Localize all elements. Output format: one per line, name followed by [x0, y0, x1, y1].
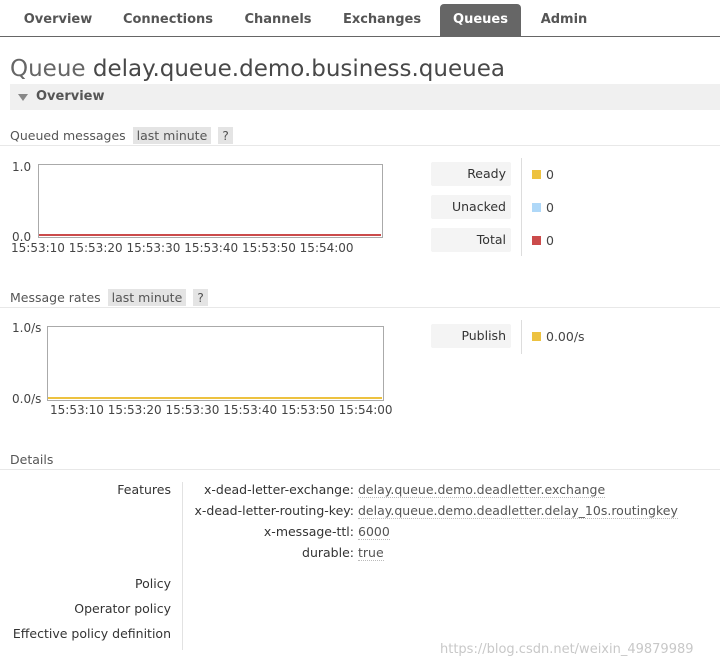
message-rates-help-button[interactable]: ?: [193, 289, 208, 306]
legend-publish-label: Publish: [431, 324, 511, 348]
operator-policy-label: Operator policy: [74, 601, 171, 616]
message-rates-plot: [48, 397, 382, 399]
message-rates-heading: Message rates last minute ?: [10, 289, 208, 306]
x-tick-label: 15:53:20: [68, 241, 123, 255]
legend-unacked-value: 0: [546, 200, 554, 215]
y-tick-label-top: 1.0: [12, 160, 32, 174]
queued-messages-help-button[interactable]: ?: [218, 127, 233, 144]
tab-exchanges[interactable]: Exchanges: [336, 4, 428, 36]
divider: [0, 145, 720, 146]
legend-publish-value: 0.00/s: [546, 329, 585, 344]
feature-key: durable:: [302, 545, 354, 560]
legend-ready-label: Ready: [431, 162, 511, 186]
policy-label: Policy: [135, 576, 171, 591]
watermark-text: https://blog.csdn.net/weixin_49879989: [440, 642, 694, 657]
divider: [0, 469, 720, 470]
x-tick-label: 15:53:20: [107, 403, 162, 417]
tab-queues[interactable]: Queues: [440, 4, 521, 36]
tab-admin[interactable]: Admin: [533, 4, 595, 36]
unacked-swatch-icon: [532, 203, 541, 212]
effective-policy-label: Effective policy definition: [12, 626, 171, 641]
message-rates-title: Message rates: [10, 290, 101, 305]
queued-messages-heading: Queued messages last minute ?: [10, 127, 233, 144]
feature-key: x-dead-letter-routing-key:: [194, 503, 354, 518]
legend-ready-value: 0: [546, 167, 554, 182]
x-tick-label: 15:53:10: [11, 241, 65, 255]
message-rates-range-selector[interactable]: last minute: [107, 289, 187, 306]
tab-connections[interactable]: Connections: [118, 4, 218, 36]
y-tick-label-bottom: 0.0/s: [12, 392, 42, 406]
details-divider: [182, 482, 183, 650]
x-tick-label: 15:53:40: [184, 241, 239, 255]
page-title-prefix: Queue: [10, 56, 86, 82]
queue-name: delay.queue.demo.business.queuea: [92, 56, 505, 82]
overview-section-toggle[interactable]: Overview: [10, 84, 720, 110]
x-tick-label: 15:53:50: [280, 403, 335, 417]
queued-messages-chart: [38, 164, 383, 238]
total-swatch-icon: [532, 236, 541, 245]
legend-divider: [521, 158, 522, 256]
page-title: Queue delay.queue.demo.business.queuea: [10, 56, 505, 82]
message-rates-chart: [47, 326, 384, 401]
legend-total-label: Total: [431, 228, 511, 252]
feature-value: delay.queue.demo.deadletter.delay_10s.ro…: [358, 503, 678, 519]
tab-channels[interactable]: Channels: [236, 4, 320, 36]
x-tick-label: 15:54:00: [299, 241, 354, 255]
feature-key: x-dead-letter-exchange:: [203, 482, 354, 497]
feature-value: 6000: [358, 524, 390, 540]
x-tick-label: 15:54:00: [338, 403, 393, 417]
x-tick-label: 15:53:40: [223, 403, 278, 417]
y-tick-label-top: 1.0/s: [12, 321, 42, 335]
queued-messages-plot: [39, 234, 381, 236]
feature-value: true: [358, 545, 384, 561]
collapse-triangle-icon: [18, 94, 28, 101]
ready-swatch-icon: [532, 170, 541, 179]
overview-section-label: Overview: [36, 89, 105, 104]
divider: [0, 307, 720, 308]
details-heading: Details: [10, 452, 54, 467]
queued-messages-x-axis: 15:53:10 15:53:20 15:53:30 15:53:40 15:5…: [11, 241, 354, 255]
queued-messages-title: Queued messages: [10, 128, 126, 143]
x-tick-label: 15:53:10: [50, 403, 104, 417]
legend-unacked-label: Unacked: [431, 195, 511, 219]
queued-messages-range-selector[interactable]: last minute: [132, 127, 212, 144]
legend-total-value: 0: [546, 233, 554, 248]
features-label: Features: [117, 482, 171, 497]
publish-swatch-icon: [532, 332, 541, 341]
tab-overview[interactable]: Overview: [14, 4, 102, 36]
legend-divider: [521, 320, 522, 354]
x-tick-label: 15:53:30: [165, 403, 220, 417]
top-navigation: Overview Connections Channels Exchanges …: [0, 0, 720, 37]
x-tick-label: 15:53:50: [241, 241, 296, 255]
message-rates-x-axis: 15:53:10 15:53:20 15:53:30 15:53:40 15:5…: [50, 403, 393, 417]
feature-value: delay.queue.demo.deadletter.exchange: [358, 482, 606, 498]
feature-key: x-message-ttl:: [263, 524, 354, 539]
x-tick-label: 15:53:30: [126, 241, 181, 255]
